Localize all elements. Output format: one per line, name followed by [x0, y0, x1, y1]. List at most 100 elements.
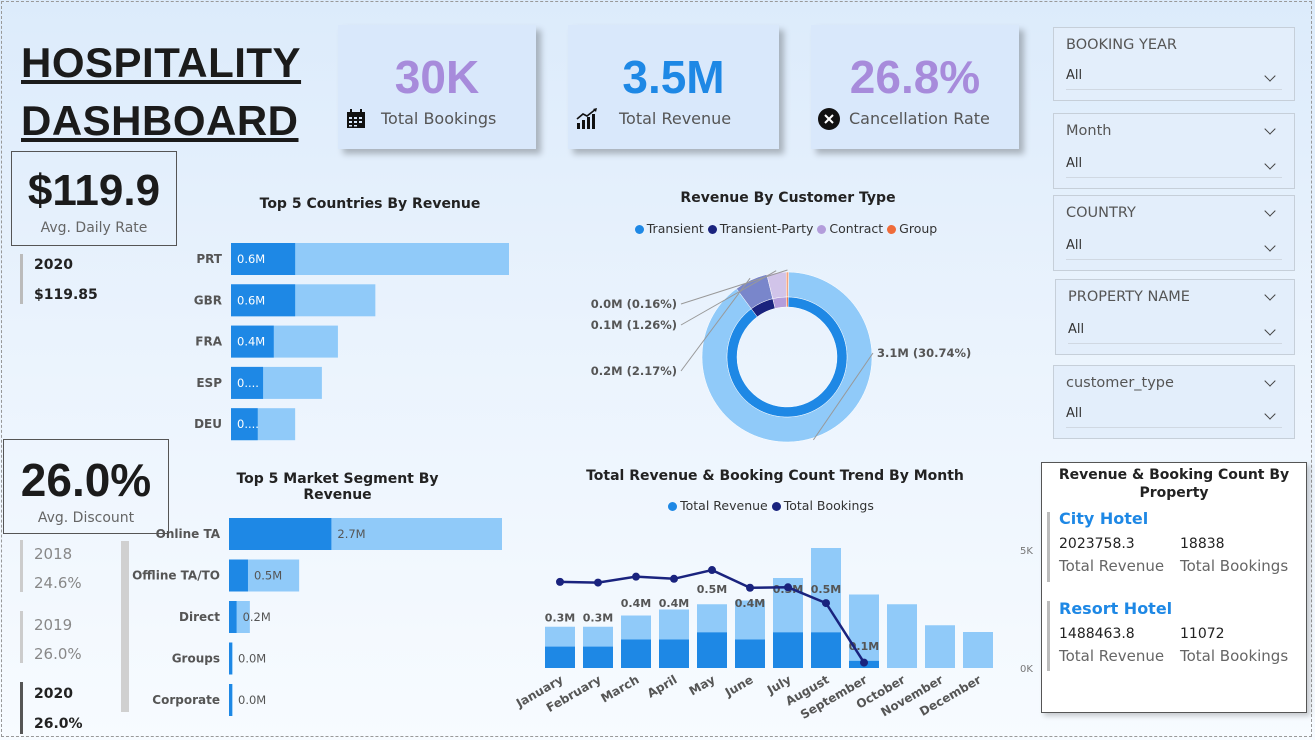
property-card: Revenue & Booking Count By Property City…	[1041, 462, 1307, 713]
legend-dot-icon	[707, 225, 717, 234]
chevron-down-icon[interactable]	[1264, 375, 1276, 387]
slicer-value[interactable]: All	[1066, 233, 1282, 260]
kpi-value: 3.5M	[622, 51, 725, 103]
legend-label: Total Bookings	[783, 498, 874, 513]
kpi-total-revenue[interactable]: 3.5M Total Revenue	[568, 25, 779, 149]
bookings-point	[556, 577, 564, 586]
countries-chart-title: Top 5 Countries By Revenue	[259, 196, 481, 212]
month-data-label: 0.5M	[811, 583, 841, 596]
month-bar-background	[925, 625, 955, 668]
month-data-label: 0.4M	[621, 597, 651, 610]
kpi-total-bookings[interactable]: 30K Total Bookings	[338, 25, 536, 149]
month-data-label: 0.4M	[659, 597, 689, 610]
month-axis-label: April	[645, 672, 680, 700]
avg-daily-rate-label: Avg. Daily Rate	[40, 220, 148, 236]
month-revenue-bar	[659, 639, 689, 668]
legend-item[interactable]: Group	[887, 221, 937, 236]
month-data-label: 0.3M	[545, 611, 575, 624]
countries-bar-chart[interactable]: PRT 0.6M GBR 0.6M FRA 0.4M ESP 0.... DEU 0....	[180, 230, 520, 445]
rate-year-divider	[20, 254, 23, 304]
chevron-down-icon[interactable]	[1264, 289, 1276, 301]
slicer-title: BOOKING YEAR	[1066, 37, 1178, 53]
kpi-cancellation-rate[interactable]: 26.8% Cancellation Rate	[811, 25, 1019, 149]
market-segment-chart-title: Top 5 Market Segment By Revenue	[236, 471, 439, 503]
slicer-value[interactable]: All	[1066, 63, 1282, 90]
slicer-month[interactable]: Month All	[1053, 113, 1295, 189]
slicer-customer-type[interactable]: customer_type All	[1053, 365, 1295, 439]
bookings-point	[708, 566, 716, 575]
legend-item[interactable]: Transient	[634, 221, 704, 236]
y2-tick-label: 0K	[1020, 664, 1033, 675]
discount-year-value: 26.0%	[34, 716, 83, 732]
legend-item[interactable]: Contract	[817, 221, 883, 236]
month-revenue-bar	[697, 632, 727, 668]
month-bar-background	[849, 594, 879, 668]
monthly-trend-combo-chart[interactable]: 0.3MJanuary0.3MFebruary0.4MMarch0.4MApri…	[505, 530, 1040, 735]
bookings-point	[746, 583, 754, 592]
month-data-label: 0.5M	[697, 583, 727, 596]
bar-data-label: 0.5M	[254, 569, 282, 583]
property-name[interactable]: Resort Hotel	[1059, 599, 1172, 618]
kpi-value: 26.8%	[849, 51, 981, 103]
legend-item[interactable]: Total Revenue	[668, 498, 768, 513]
month-bar-background	[887, 604, 917, 668]
customer-type-donut-chart[interactable]: 3.1M (30.74%) 0.2M (2.17%) 0.1M (1.26%) 0.0…	[580, 250, 1020, 460]
donut-data-label: 3.1M (30.74%)	[877, 346, 971, 360]
discount-year[interactable]: 2019	[34, 616, 72, 634]
bar-data-label: 0.6M	[237, 252, 265, 266]
discount-year[interactable]: 2020	[34, 686, 73, 702]
chevron-down-icon[interactable]	[1264, 123, 1276, 135]
avg-daily-rate-value: $119.9	[27, 166, 161, 215]
slicer-value[interactable]: All	[1066, 401, 1282, 428]
donut-data-label: 0.1M (1.26%)	[591, 318, 677, 332]
bar-data-label: 0....	[237, 417, 259, 431]
year-divider	[20, 611, 23, 663]
calendar-icon	[347, 109, 365, 128]
legend-item[interactable]: Total Bookings	[771, 498, 874, 513]
slicer-booking-year[interactable]: BOOKING YEAR All	[1053, 27, 1295, 101]
bar-data-label: 0.4M	[237, 335, 265, 349]
bar	[229, 559, 248, 592]
donut-slice	[785, 271, 789, 298]
year-divider	[20, 682, 23, 734]
monthly-trend-chart-title: Total Revenue & Booking Count Trend By M…	[586, 468, 964, 484]
slicer-country[interactable]: COUNTRY All	[1053, 195, 1295, 271]
bookings-point	[594, 578, 602, 587]
dashboard-title: HOSPITALITY DASHBOARD	[21, 34, 301, 150]
month-axis-label: March	[598, 672, 641, 705]
slicer-value[interactable]: All	[1068, 317, 1282, 344]
property-bookings-label: Total Bookings	[1180, 647, 1289, 665]
slicer-value[interactable]: All	[1066, 151, 1282, 178]
bar	[229, 642, 232, 675]
legend-item[interactable]: Transient-Party	[707, 221, 814, 236]
category-label: Groups	[172, 652, 220, 666]
category-label: Offline TA/TO	[132, 569, 220, 583]
market-segment-bar-chart[interactable]: Online TA 2.7M Offline TA/TO 0.5M Direct 0.2M…	[130, 508, 520, 723]
avg-discount-value: 26.0%	[20, 454, 152, 506]
kpi-value: 30K	[394, 51, 480, 103]
bar-data-label: 0.6M	[237, 293, 265, 307]
month-revenue-bar	[735, 639, 765, 668]
discount-year[interactable]: 2018	[34, 545, 72, 563]
slicer-title: Month	[1066, 123, 1112, 139]
donut-slice-core	[726, 296, 848, 418]
bar-data-label: 0.2M	[243, 610, 271, 624]
slicer-property-name[interactable]: PROPERTY NAME All	[1055, 279, 1295, 355]
discount-scrollbar[interactable]	[121, 541, 129, 712]
month-data-label: 0.3M	[583, 611, 613, 624]
bar	[229, 518, 332, 550]
bar-chart-icon	[576, 108, 597, 129]
property-name[interactable]: City Hotel	[1059, 509, 1148, 528]
chevron-down-icon[interactable]	[1264, 205, 1276, 217]
customer-type-chart-title: Revenue By Customer Type	[680, 190, 896, 206]
legend-dot-icon	[887, 225, 897, 234]
month-axis-label: June	[722, 672, 756, 699]
bar	[229, 684, 232, 716]
legend-label: Transient-Party	[719, 221, 814, 236]
category-label: GBR	[194, 293, 222, 307]
title-line-1: HOSPITALITY	[21, 39, 302, 86]
month-bar-background	[963, 632, 993, 668]
slicer-title: PROPERTY NAME	[1068, 289, 1190, 305]
property-card-title: Revenue & Booking Count By Property	[1058, 467, 1290, 501]
legend-dot-icon	[771, 502, 781, 511]
